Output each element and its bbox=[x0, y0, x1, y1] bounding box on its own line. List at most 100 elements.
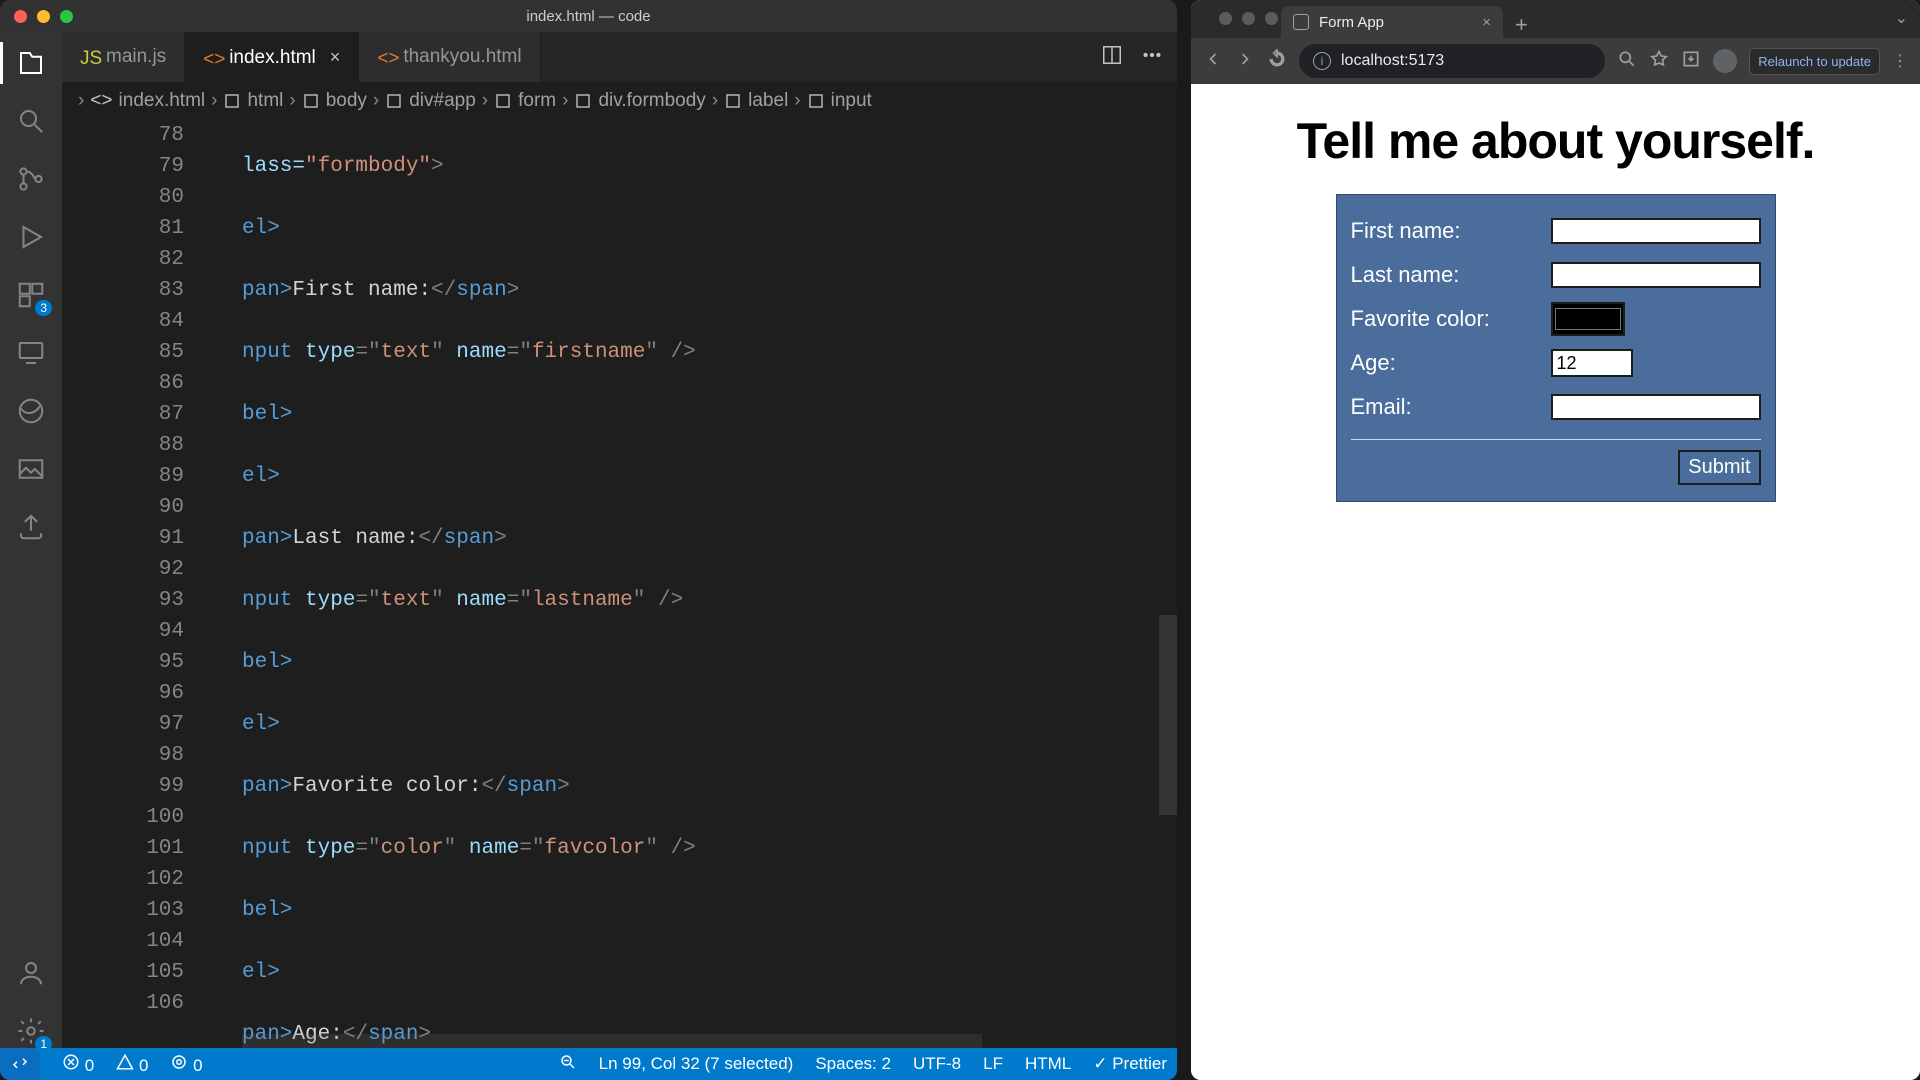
form-container: First name: Last name: Favorite color: A… bbox=[1336, 194, 1776, 502]
color-input[interactable] bbox=[1551, 302, 1625, 336]
ports-count[interactable]: 0 bbox=[170, 1053, 202, 1076]
breadcrumb-item[interactable]: body bbox=[326, 90, 367, 112]
field-last-name: Last name: bbox=[1351, 253, 1761, 297]
status-bar: 0 0 0 Ln 99, Col 32 (7 selected) Spaces:… bbox=[0, 1048, 1177, 1080]
browser-tab[interactable]: Form App × bbox=[1281, 6, 1503, 38]
breadcrumb-item[interactable]: form bbox=[518, 90, 556, 112]
split-editor-icon[interactable] bbox=[1101, 44, 1123, 71]
chevron-down-icon[interactable]: ⌄ bbox=[1895, 8, 1908, 28]
tab-main-js[interactable]: JS main.js bbox=[62, 32, 185, 82]
tab-thankyou-html[interactable]: <> thankyou.html bbox=[359, 32, 540, 82]
html-file-icon: <> bbox=[90, 90, 112, 112]
breadcrumb-item[interactable]: input bbox=[831, 90, 872, 112]
indentation[interactable]: Spaces: 2 bbox=[815, 1054, 891, 1074]
field-label: Age: bbox=[1351, 350, 1541, 376]
forward-button[interactable] bbox=[1235, 49, 1255, 74]
field-age: Age: bbox=[1351, 341, 1761, 385]
eol[interactable]: LF bbox=[983, 1054, 1003, 1074]
horizontal-scrollbar[interactable] bbox=[242, 1034, 982, 1048]
extensions-badge: 3 bbox=[35, 300, 52, 316]
zoom-indicator[interactable] bbox=[559, 1053, 577, 1076]
breadcrumb-item[interactable]: div.formbody bbox=[598, 90, 705, 112]
window-controls bbox=[1205, 12, 1278, 25]
cursor-position[interactable]: Ln 99, Col 32 (7 selected) bbox=[599, 1054, 794, 1074]
close-tab-icon[interactable]: × bbox=[1482, 14, 1491, 31]
email-input[interactable] bbox=[1551, 394, 1761, 420]
prettier-status[interactable]: ✓ Prettier bbox=[1093, 1054, 1167, 1074]
vscode-title: index.html — code bbox=[0, 8, 1177, 25]
accounts-icon[interactable] bbox=[14, 956, 48, 990]
browser-toolbar: i localhost:5173 Relaunch to update ⋮ bbox=[1191, 38, 1920, 84]
html-file-icon: <> bbox=[377, 48, 395, 66]
settings-gear-icon[interactable]: 1 bbox=[14, 1014, 48, 1048]
tab-label: main.js bbox=[106, 46, 166, 68]
minimize-window-button[interactable] bbox=[1242, 12, 1255, 25]
page-content: Tell me about yourself. First name: Last… bbox=[1191, 84, 1920, 1080]
language-mode[interactable]: HTML bbox=[1025, 1054, 1071, 1074]
search-icon[interactable] bbox=[14, 104, 48, 138]
remote-indicator[interactable] bbox=[0, 1048, 40, 1080]
explorer-icon[interactable] bbox=[14, 46, 48, 80]
field-email: Email: bbox=[1351, 385, 1761, 429]
breadcrumb-item[interactable]: div#app bbox=[409, 90, 476, 112]
bookmark-star-icon[interactable] bbox=[1649, 49, 1669, 74]
install-app-icon[interactable] bbox=[1681, 49, 1701, 74]
zoom-icon[interactable] bbox=[1617, 49, 1637, 74]
breadcrumb-item[interactable]: html bbox=[247, 90, 283, 112]
vscode-titlebar: index.html — code bbox=[0, 0, 1177, 32]
url-text: localhost:5173 bbox=[1341, 52, 1444, 70]
image-preview-icon[interactable] bbox=[14, 452, 48, 486]
extensions-icon[interactable]: 3 bbox=[14, 278, 48, 312]
last-name-input[interactable] bbox=[1551, 262, 1761, 288]
errors-count[interactable]: 0 bbox=[62, 1053, 94, 1076]
run-debug-icon[interactable] bbox=[14, 220, 48, 254]
code-editor[interactable]: 7879808182838485868788899091929394959697… bbox=[62, 120, 1177, 1048]
address-bar[interactable]: i localhost:5173 bbox=[1299, 44, 1605, 78]
warnings-count[interactable]: 0 bbox=[116, 1053, 148, 1076]
html-file-icon: <> bbox=[203, 49, 221, 67]
close-tab-icon[interactable]: × bbox=[330, 47, 341, 68]
live-share-icon[interactable] bbox=[14, 510, 48, 544]
new-tab-button[interactable]: + bbox=[1503, 12, 1540, 38]
site-info-icon[interactable]: i bbox=[1313, 52, 1331, 70]
browser-window: Form App × + ⌄ i localhost:5173 Relaunch… bbox=[1191, 0, 1920, 1080]
minimap-slider[interactable] bbox=[1159, 615, 1177, 815]
breadcrumbs[interactable]: › <> index.html › html › body › div#app … bbox=[62, 82, 1177, 120]
maximize-window-button[interactable] bbox=[1265, 12, 1278, 25]
reload-button[interactable] bbox=[1267, 49, 1287, 74]
relaunch-button[interactable]: Relaunch to update bbox=[1749, 48, 1880, 75]
profile-avatar[interactable] bbox=[1713, 49, 1737, 73]
tab-title: Form App bbox=[1319, 14, 1384, 31]
field-first-name: First name: bbox=[1351, 209, 1761, 253]
browser-tabstrip: Form App × + ⌄ bbox=[1191, 0, 1920, 38]
chevron-right-icon: › bbox=[78, 90, 84, 112]
kebab-menu-icon[interactable]: ⋮ bbox=[1892, 51, 1908, 71]
edge-tools-icon[interactable] bbox=[14, 394, 48, 428]
age-input[interactable] bbox=[1551, 349, 1633, 377]
code-text[interactable]: lass="formbody"> el> pan>First name:</sp… bbox=[242, 120, 1177, 1048]
activity-bar: 3 1 bbox=[0, 32, 62, 1048]
breadcrumb-item[interactable]: index.html bbox=[119, 90, 206, 112]
page-heading: Tell me about yourself. bbox=[1213, 112, 1898, 170]
more-actions-icon[interactable] bbox=[1141, 44, 1163, 71]
js-file-icon: JS bbox=[80, 48, 98, 66]
submit-button[interactable]: Submit bbox=[1678, 450, 1760, 485]
divider bbox=[1351, 439, 1761, 440]
source-control-icon[interactable] bbox=[14, 162, 48, 196]
field-label: First name: bbox=[1351, 218, 1541, 244]
field-fav-color: Favorite color: bbox=[1351, 297, 1761, 341]
close-window-button[interactable] bbox=[1219, 12, 1232, 25]
settings-badge: 1 bbox=[35, 1036, 52, 1052]
back-button[interactable] bbox=[1203, 49, 1223, 74]
editor-tabs: JS main.js <> index.html × <> thankyou.h… bbox=[62, 32, 1177, 82]
line-number-gutter: 7879808182838485868788899091929394959697… bbox=[62, 120, 212, 1048]
first-name-input[interactable] bbox=[1551, 218, 1761, 244]
field-label: Last name: bbox=[1351, 262, 1541, 288]
tab-index-html[interactable]: <> index.html × bbox=[185, 32, 359, 82]
breadcrumb-item[interactable]: label bbox=[748, 90, 788, 112]
tab-label: thankyou.html bbox=[403, 46, 521, 68]
encoding[interactable]: UTF-8 bbox=[913, 1054, 961, 1074]
favicon-icon bbox=[1293, 14, 1309, 30]
vscode-window: index.html — code 3 1 JS bbox=[0, 0, 1177, 1080]
remote-explorer-icon[interactable] bbox=[14, 336, 48, 370]
